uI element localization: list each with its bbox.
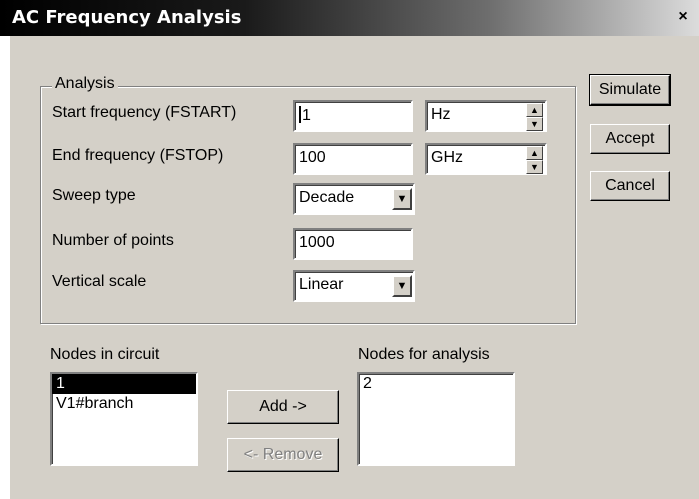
end-frequency-input[interactable]: 100	[293, 143, 413, 175]
nodes-for-analysis-list[interactable]: 2	[357, 372, 515, 466]
list-item[interactable]: 2	[359, 374, 513, 394]
end-frequency-label: End frequency (FSTOP)	[52, 147, 224, 164]
nodes-in-circuit-list[interactable]: 1 V1#branch	[50, 372, 198, 466]
end-frequency-value: 100	[299, 149, 326, 166]
nodes-in-circuit-label: Nodes in circuit	[50, 346, 160, 363]
window-title: AC Frequency Analysis	[12, 7, 242, 28]
number-of-points-input[interactable]: 1000	[293, 228, 413, 260]
cancel-button[interactable]: Cancel	[590, 171, 670, 201]
start-frequency-input[interactable]: 1	[293, 100, 413, 132]
chevron-down-icon[interactable]: ▼	[392, 275, 412, 297]
add-button[interactable]: Add ->	[227, 390, 339, 424]
close-icon[interactable]: ×	[673, 8, 693, 26]
number-of-points-label: Number of points	[52, 232, 174, 249]
sweep-type-value: Decade	[299, 189, 355, 206]
chevron-down-icon[interactable]: ▼	[392, 188, 412, 210]
spin-down-icon[interactable]: ▼	[526, 160, 543, 174]
number-of-points-value: 1000	[299, 234, 335, 251]
vertical-scale-value: Linear	[299, 276, 344, 293]
start-unit-value: Hz	[431, 106, 451, 123]
start-frequency-label: Start frequency (FSTART)	[52, 104, 237, 121]
simulate-button[interactable]: Simulate	[589, 74, 671, 106]
sweep-type-label: Sweep type	[52, 187, 136, 204]
vertical-scale-label: Vertical scale	[52, 273, 147, 290]
spin-up-icon[interactable]: ▲	[526, 103, 543, 117]
list-item[interactable]: 1	[52, 374, 196, 394]
window-edge	[0, 36, 10, 499]
accept-button[interactable]: Accept	[590, 124, 670, 154]
spin-down-icon[interactable]: ▼	[526, 117, 543, 131]
end-unit-value: GHz	[431, 149, 463, 166]
spin-up-icon[interactable]: ▲	[526, 146, 543, 160]
list-item[interactable]: V1#branch	[52, 394, 196, 414]
title-bar[interactable]: AC Frequency Analysis ×	[0, 0, 699, 36]
start-frequency-value: 1	[302, 107, 311, 124]
nodes-for-analysis-label: Nodes for analysis	[358, 346, 490, 363]
analysis-group-label: Analysis	[52, 75, 118, 93]
end-unit-spinner[interactable]: ▲ ▼	[526, 146, 543, 174]
text-cursor	[299, 106, 301, 123]
remove-button[interactable]: <- Remove	[227, 438, 339, 472]
start-unit-spinner[interactable]: ▲ ▼	[526, 103, 543, 131]
dialog-window: AC Frequency Analysis × Analysis Start f…	[0, 0, 699, 499]
